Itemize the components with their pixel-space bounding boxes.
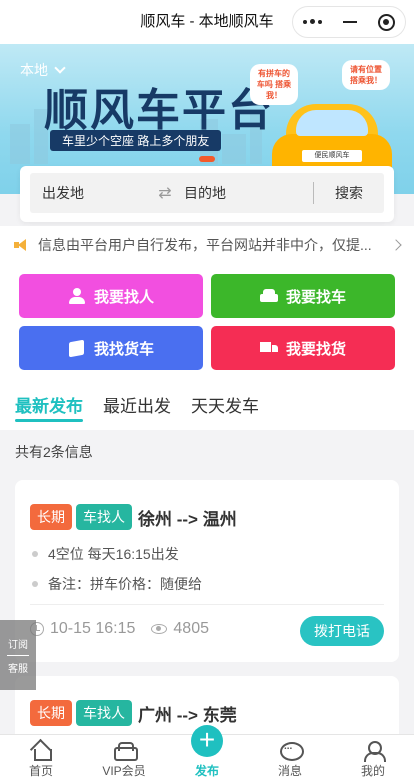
chevron-right-icon [390, 239, 402, 251]
search-button[interactable]: 搜索 [314, 183, 384, 203]
bottom-tab-bar: 首页 VIP会员 + 发布 消息 我的 [0, 725, 414, 780]
action-label: 我要找人 [93, 288, 154, 306]
remark-text: 备注：拼车价格：随便给 [48, 576, 202, 592]
type-badge: 车找人 [76, 504, 132, 530]
find-cargo-button[interactable]: 我要找货 [211, 326, 395, 370]
find-truck-button[interactable]: 我找货车 [19, 326, 203, 370]
tab-me[interactable]: 我的 [332, 735, 414, 780]
banner-bubble-left: 有拼车的车吗 搭乘我！ [250, 64, 298, 105]
home-icon [30, 740, 52, 761]
listing-tabs: 最新发布 最近出发 天天发车 [0, 384, 414, 430]
remark: 备注：拼车价格：随便给 [32, 574, 202, 594]
minimize-icon[interactable] [342, 21, 357, 23]
swap-icon[interactable]: ⇄ [150, 183, 180, 203]
find-passenger-button[interactable]: 我要找人 [19, 274, 203, 318]
tab-daily[interactable]: 天天发车 [191, 384, 259, 430]
departure-input[interactable]: 出发地 [30, 183, 150, 203]
tab-latest[interactable]: 最新发布 [15, 384, 83, 430]
truck-icon [259, 340, 278, 356]
banner-headline: 顺风车平台 [44, 85, 274, 136]
nav-bar: 顺风车 - 本地顺风车 [0, 0, 414, 44]
find-car-button[interactable]: 我要找车 [211, 274, 395, 318]
listing-meta: 10-15 16:15 4805 [30, 620, 209, 638]
customer-service-button[interactable]: 客服 [8, 660, 28, 675]
chevron-down-icon [54, 61, 66, 74]
tab-label: 消息 [277, 764, 302, 778]
route-text: 徐州 --> 温州 [138, 509, 237, 529]
action-label: 我要找货 [285, 340, 346, 358]
mini-program-capsule [292, 6, 406, 38]
vip-car-icon [113, 740, 138, 761]
type-badge: 车找人 [76, 700, 132, 726]
subscribe-button[interactable]: 订阅 [8, 636, 28, 651]
more-icon[interactable] [303, 19, 323, 25]
notice-text: 信息由平台用户自行发布，平台网站并非中介，仅提... [38, 237, 372, 253]
eye-icon [151, 624, 168, 634]
duration-badge: 长期 [30, 700, 72, 726]
destination-input[interactable]: 目的地 [180, 183, 313, 203]
tab-label: 发布 [194, 764, 219, 778]
message-icon [279, 740, 304, 761]
action-label: 我找货车 [93, 340, 154, 358]
close-target-icon[interactable] [377, 13, 395, 31]
tab-home[interactable]: 首页 [0, 735, 82, 780]
action-grid: 我要找人 我要找车 我找货车 我要找货 [0, 264, 414, 384]
datetime: 10-15 16:15 [50, 620, 136, 637]
listing-card[interactable]: 长期 车找人 徐州 --> 温州 4空位 每天16:15出发 备注：拼车价格：随… [15, 480, 399, 662]
carousel-indicator [199, 156, 215, 162]
seats-schedule: 4空位 每天16:15出发 [32, 544, 179, 564]
route-text: 广州 --> 东莞 [138, 705, 237, 725]
user-icon [362, 740, 386, 762]
tab-messages[interactable]: 消息 [249, 735, 331, 780]
divider [30, 604, 384, 605]
banner-bubble-right: 请有位置 搭乘我！ [342, 60, 390, 90]
plus-icon: + [191, 725, 223, 757]
tab-label: 我的 [360, 764, 385, 778]
duration-badge: 长期 [30, 504, 72, 530]
tab-vip[interactable]: VIP会员 [83, 735, 165, 780]
route-search: 出发地 ⇄ 目的地 搜索 [20, 166, 394, 222]
floating-side-panel: 订阅 客服 [0, 620, 36, 690]
box-icon [68, 340, 86, 356]
seats-schedule-text: 4空位 每天16:15出发 [48, 546, 179, 562]
action-label: 我要找车 [285, 288, 346, 306]
tab-label: VIP会员 [102, 764, 146, 778]
result-count: 共有2条信息 [15, 444, 93, 460]
car-tag: 便民顺风车 [302, 150, 362, 162]
tab-publish[interactable]: + 发布 [166, 725, 248, 780]
speaker-icon [14, 238, 32, 252]
call-button[interactable]: 拨打电话 [300, 616, 384, 646]
person-icon [68, 288, 86, 304]
tab-label: 首页 [28, 764, 53, 778]
tab-recent-departure[interactable]: 最近出发 [103, 384, 171, 430]
notice-bar[interactable]: 信息由平台用户自行发布，平台网站并非中介，仅提... [0, 226, 414, 264]
car-icon [259, 288, 278, 304]
banner-slogan: 车里少个空座 路上多个朋友 [50, 130, 222, 151]
view-count: 4805 [173, 620, 209, 637]
